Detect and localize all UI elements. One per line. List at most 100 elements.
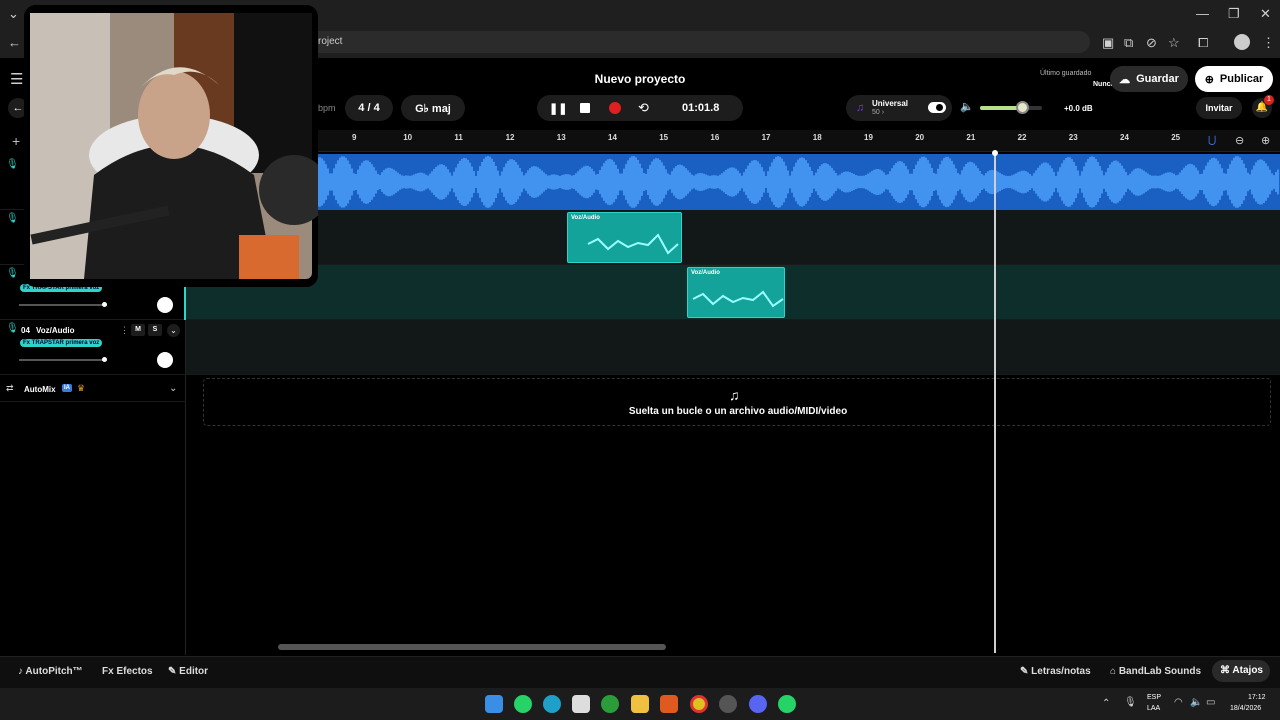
address-bar[interactable]: roject bbox=[300, 31, 1090, 53]
drop-zone[interactable]: ♫ Suelta un bucle o un archivo audio/MID… bbox=[203, 378, 1271, 426]
timeline-ruler[interactable]: 9 10 11 12 13 14 15 16 17 18 19 20 21 22 23 24 25 bbox=[186, 130, 1280, 152]
volume-slider[interactable] bbox=[19, 357, 107, 362]
save-button[interactable]: ☁ Guardar bbox=[1110, 66, 1188, 92]
autopitch-button[interactable]: ♪ AutoPitch™ bbox=[18, 666, 83, 677]
wifi-icon[interactable]: ◠ bbox=[1174, 698, 1183, 708]
fx-icon: Fx bbox=[102, 666, 117, 677]
eye-off-icon[interactable]: ⊘ bbox=[1146, 36, 1157, 49]
master-volume-slider[interactable] bbox=[980, 101, 1042, 114]
menu-dots-icon[interactable]: ⋮ bbox=[1262, 36, 1275, 49]
automix-row[interactable]: ⇄ AutoMix IA ♛ ⌄ bbox=[0, 378, 186, 402]
clock-date[interactable]: 18/4/2026 bbox=[1230, 705, 1261, 712]
magnet-icon[interactable]: ⋃ bbox=[1208, 136, 1216, 146]
horizontal-scrollbar[interactable] bbox=[278, 644, 666, 650]
sounds-icon: ⌂ bbox=[1110, 666, 1119, 677]
volume-icon[interactable]: 🔈 bbox=[960, 102, 974, 113]
back-icon[interactable]: ← bbox=[8, 36, 21, 49]
sliders-icon: ⇄ bbox=[6, 383, 14, 393]
preset-sub: 50 › bbox=[872, 109, 885, 116]
tab-search-icon[interactable]: ⌄ bbox=[8, 7, 19, 20]
restore-icon[interactable]: ❐ bbox=[1228, 7, 1240, 20]
pencil-icon: ✎ bbox=[168, 666, 180, 677]
whatsapp-alt-icon[interactable] bbox=[778, 695, 796, 713]
store-icon[interactable] bbox=[572, 695, 590, 713]
project-title[interactable]: Nuevo proyecto bbox=[540, 72, 740, 86]
volume-knob[interactable] bbox=[1016, 101, 1029, 114]
timeline-tick: 24 bbox=[1120, 133, 1129, 142]
whatsapp-icon[interactable] bbox=[514, 695, 532, 713]
lyrics-button[interactable]: ✎ Letras/notas bbox=[1020, 666, 1091, 677]
volume-slider[interactable] bbox=[19, 302, 107, 307]
timeline-tick: 20 bbox=[915, 133, 925, 142]
fx-badge[interactable]: Fx TRAPSTAR primera voz bbox=[20, 339, 103, 347]
tray-mic-icon[interactable]: 🎙 bbox=[1124, 698, 1137, 708]
pan-knob[interactable] bbox=[157, 352, 173, 368]
bpm-label[interactable]: bpm bbox=[318, 103, 336, 113]
lang-secondary[interactable]: LAA bbox=[1147, 705, 1160, 712]
chevron-down-icon[interactable]: ⌄ bbox=[169, 384, 177, 394]
bandlab-sounds-button[interactable]: ⌂ BandLab Sounds bbox=[1110, 666, 1201, 677]
music-note-icon: ♫ bbox=[856, 102, 865, 114]
solo-button[interactable]: S bbox=[148, 324, 162, 336]
editor-label: Editor bbox=[179, 666, 209, 677]
playhead-handle[interactable] bbox=[992, 150, 998, 156]
effects-label: Efectos bbox=[116, 666, 153, 677]
stop-icon[interactable] bbox=[580, 103, 590, 113]
key-selector[interactable]: G♭ maj bbox=[401, 95, 465, 121]
minimize-icon[interactable]: — bbox=[1196, 7, 1209, 20]
brave-icon[interactable] bbox=[660, 695, 678, 713]
effects-button[interactable]: Fx Efectos bbox=[102, 666, 153, 677]
discord-icon[interactable] bbox=[749, 695, 767, 713]
battery-icon[interactable]: ▭ bbox=[1206, 698, 1215, 708]
mute-button[interactable]: M bbox=[131, 324, 145, 336]
track-menu-icon[interactable]: ⋮ bbox=[120, 325, 129, 336]
time-signature[interactable]: 4 / 4 bbox=[345, 95, 393, 121]
cast-icon[interactable]: ⧉ bbox=[1124, 36, 1133, 49]
pause-icon[interactable]: ❚❚ bbox=[549, 102, 567, 115]
audio-clip-2[interactable]: Voz/Audio bbox=[687, 267, 785, 318]
track-header-4[interactable]: 🎙 04 Voz/Audio ⋮ M S ⌄ Fx TRAPSTAR prime… bbox=[0, 320, 186, 375]
speaker-icon[interactable]: 🔈 bbox=[1190, 698, 1202, 708]
steam-icon[interactable] bbox=[719, 695, 737, 713]
track-lane-2[interactable] bbox=[186, 210, 1280, 265]
loop-icon[interactable]: ⟲ bbox=[638, 100, 649, 116]
preset-toggle[interactable] bbox=[928, 102, 946, 113]
chrome-icon[interactable] bbox=[690, 695, 708, 713]
record-icon[interactable] bbox=[609, 102, 621, 114]
timeline-tick: 16 bbox=[710, 133, 720, 142]
playhead[interactable] bbox=[994, 153, 996, 653]
shortcuts-button[interactable]: ⌘ Atajos bbox=[1212, 660, 1270, 682]
chevron-down-icon[interactable]: ⌄ bbox=[167, 324, 180, 337]
preset-selector[interactable]: ♫ Universal 50 › bbox=[846, 95, 952, 121]
close-icon[interactable]: ✕ bbox=[1260, 7, 1271, 20]
profile-avatar[interactable] bbox=[1234, 34, 1250, 50]
track-name[interactable]: Voz/Audio bbox=[36, 326, 75, 335]
tray-chevron-icon[interactable]: ⌃ bbox=[1102, 699, 1110, 709]
zoom-out-icon[interactable]: ⊖ bbox=[1235, 136, 1244, 147]
track-lane-1[interactable] bbox=[185, 154, 1280, 210]
windows-start-icon[interactable] bbox=[485, 695, 503, 713]
publish-button[interactable]: ⊕ Publicar bbox=[1195, 66, 1273, 92]
globe-icon: ⊕ bbox=[1204, 73, 1214, 86]
automix-label: AutoMix bbox=[24, 385, 56, 394]
xbox-icon[interactable] bbox=[601, 695, 619, 713]
invite-button[interactable]: Invitar bbox=[1196, 97, 1242, 119]
file-explorer-icon[interactable] bbox=[631, 695, 649, 713]
timeline-tick: 23 bbox=[1068, 133, 1078, 142]
editor-button[interactable]: ✎ Editor bbox=[168, 666, 208, 677]
edge-icon[interactable] bbox=[543, 695, 561, 713]
pan-knob[interactable] bbox=[157, 297, 173, 313]
audio-clip-1[interactable]: Voz/Audio bbox=[567, 212, 682, 263]
timeline-tick: 21 bbox=[966, 133, 976, 142]
zoom-in-icon[interactable]: ⊕ bbox=[1261, 136, 1270, 147]
star-icon[interactable]: ☆ bbox=[1168, 36, 1180, 49]
track-lane-4[interactable] bbox=[186, 320, 1280, 375]
clock-time[interactable]: 17:12 bbox=[1248, 694, 1266, 701]
extension-icon[interactable]: ▣ bbox=[1102, 36, 1114, 49]
puzzle-icon[interactable]: ⧠ bbox=[1198, 36, 1208, 49]
hamburger-icon[interactable]: ☰ bbox=[10, 72, 23, 87]
command-icon: ⌘ bbox=[1220, 665, 1233, 676]
autopitch-label: AutoPitch™ bbox=[25, 666, 83, 677]
crown-icon: ♛ bbox=[77, 383, 86, 393]
lang-primary[interactable]: ESP bbox=[1147, 694, 1161, 701]
